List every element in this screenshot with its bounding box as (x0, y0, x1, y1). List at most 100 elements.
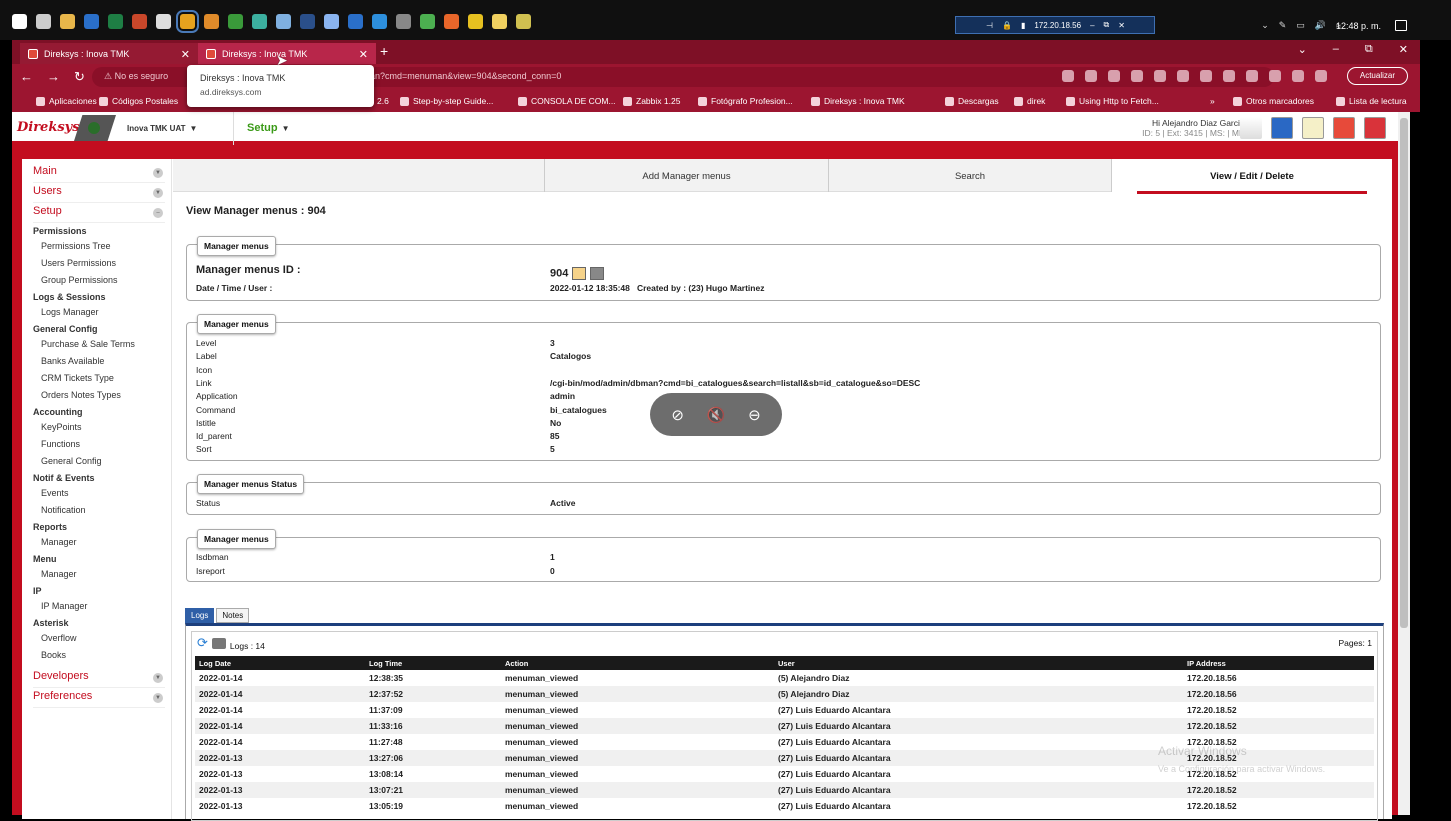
section-crumb[interactable]: Setup ▼ (233, 112, 318, 145)
sidebar-section-main[interactable]: Main ▼ (33, 163, 165, 183)
sidebar-item[interactable]: Group Permissions (33, 272, 171, 289)
sidebar-item[interactable]: Orders Notes Types (33, 387, 171, 404)
browser-tab-1[interactable]: Direksys : Inova TMK ✕ (20, 43, 198, 64)
chevron-down-icon[interactable]: ▼ (153, 168, 163, 178)
sidebar-item[interactable]: Manager (33, 566, 171, 583)
powerpoint-icon[interactable] (132, 14, 147, 29)
extension-icon[interactable] (1269, 70, 1281, 82)
start-icon[interactable] (12, 14, 27, 29)
reload-icon[interactable]: ↻ (74, 69, 85, 85)
forward-icon[interactable]: → (47, 69, 60, 85)
tab-view-edit-delete[interactable]: View / Edit / Delete (1111, 159, 1392, 194)
column-header[interactable]: Log Time (365, 656, 501, 670)
tab-logs[interactable]: Logs (185, 608, 215, 623)
star-icon[interactable] (1085, 70, 1097, 82)
task-view-icon[interactable] (36, 14, 51, 29)
sidebar-item[interactable]: Overflow (33, 630, 171, 647)
settings-icon[interactable] (396, 14, 411, 29)
sidebar-item[interactable]: General Config (33, 453, 171, 470)
sidebar-item[interactable]: Permissions Tree (33, 238, 171, 255)
logo[interactable]: Direksys (17, 120, 80, 135)
column-header[interactable]: User (774, 656, 1183, 670)
green-circle-icon[interactable] (420, 14, 435, 29)
pin-icon[interactable]: ⊣ (986, 21, 993, 30)
chevron-down-icon[interactable]: ▼ (153, 673, 163, 683)
minus-circle-icon[interactable]: ⊖ (748, 406, 761, 424)
vscode-icon[interactable] (372, 14, 387, 29)
sidebar-item[interactable]: Purchase & Sale Terms (33, 336, 171, 353)
sidebar-item[interactable]: Events (33, 485, 171, 502)
chevron-down-icon[interactable]: – (153, 208, 163, 218)
bookmark-item[interactable]: Otros marcadores (1233, 96, 1314, 106)
print-icon[interactable] (211, 637, 226, 649)
chevron-down-icon[interactable]: ▼ (153, 693, 163, 703)
qr-icon[interactable] (156, 14, 171, 29)
edit-icon[interactable] (572, 267, 587, 280)
profile-icon[interactable] (1315, 70, 1327, 82)
bookmark-item[interactable]: » (1210, 96, 1215, 106)
bookmark-item[interactable]: Fotógrafo Profesion... (698, 96, 793, 106)
sidebar-item[interactable]: Banks Available (33, 353, 171, 370)
bookmark-item[interactable]: CONSOLA DE COM... (518, 96, 616, 106)
new-tab-icon[interactable]: + (380, 43, 388, 59)
bookmark-item[interactable]: Using Http to Fetch... (1066, 96, 1159, 106)
back-icon[interactable]: ← (20, 69, 33, 85)
network-app-icon[interactable] (252, 14, 267, 29)
close-icon[interactable]: ✕ (1118, 21, 1125, 30)
minimize-icon[interactable]: – (1090, 21, 1094, 30)
column-header[interactable]: Log Date (195, 656, 365, 670)
close-tab-icon[interactable]: ✕ (181, 48, 190, 61)
file-explorer-icon[interactable] (60, 14, 75, 29)
vpn-icon[interactable] (348, 14, 363, 29)
bookmark-item[interactable]: Descargas (945, 96, 999, 106)
app-title-crumb[interactable]: Inova TMK UAT ▼ (123, 122, 197, 134)
bookmark-item[interactable]: Lista de lectura (1336, 96, 1407, 106)
chrome-icon[interactable] (176, 10, 199, 33)
remote-desktop-bar[interactable]: ⊣ 🔒 ▮ 172.20.18.56 – ⧉ ✕ (955, 16, 1155, 34)
chevron-up-icon[interactable]: ⌄ (1261, 20, 1269, 31)
box-app-icon[interactable] (276, 14, 291, 29)
sidebar-section-users[interactable]: Users ▼ (33, 183, 165, 203)
sidebar-section-developers[interactable]: Developers ▼ (33, 668, 165, 688)
steam-icon[interactable] (300, 14, 315, 29)
minimize-icon[interactable]: – (1333, 43, 1339, 56)
sidebar-section-preferences[interactable]: Preferences ▼ (33, 688, 165, 708)
puzzle-icon[interactable] (1292, 70, 1304, 82)
close-icon[interactable]: ✕ (1399, 43, 1408, 56)
tab-search[interactable]: Search (828, 159, 1111, 192)
sidebar-item[interactable]: IP Manager (33, 598, 171, 615)
calendar-icon[interactable] (1333, 117, 1355, 139)
restore-icon[interactable]: ⧉ (1365, 43, 1373, 56)
extension-icon[interactable] (1200, 70, 1212, 82)
extension-icon[interactable] (1177, 70, 1189, 82)
notes-icon[interactable] (1302, 117, 1324, 139)
unpin-icon[interactable]: ⊘ (671, 406, 684, 424)
extension-icon[interactable] (1246, 70, 1258, 82)
extension-icon[interactable] (1131, 70, 1143, 82)
restore-icon[interactable]: ⧉ (1104, 20, 1110, 30)
window-icon[interactable] (324, 14, 339, 29)
extension-icon[interactable] (1154, 70, 1166, 82)
chevron-down-icon[interactable]: ▼ (153, 188, 163, 198)
sidebar-item[interactable]: Manager (33, 534, 171, 551)
bookmark-item[interactable]: Aplicaciones (36, 96, 97, 106)
sidebar-item[interactable]: Functions (33, 436, 171, 453)
sidebar-item[interactable]: KeyPoints (33, 419, 171, 436)
chrome-canary-icon[interactable] (468, 14, 483, 29)
sidebar-item[interactable]: Logs Manager (33, 304, 171, 321)
sidebar-item[interactable]: Notification (33, 502, 171, 519)
refresh-icon[interactable]: ⟳ (197, 635, 208, 651)
scrollbar-thumb[interactable] (1400, 118, 1408, 628)
bookmark-item[interactable]: direk (1014, 96, 1045, 106)
close-tab-icon[interactable]: ✕ (359, 48, 368, 61)
volume-icon[interactable]: 🔊 (1315, 20, 1326, 31)
tab-search-icon[interactable]: ⌄ (1298, 43, 1307, 56)
tab-notes[interactable]: Notes (216, 608, 250, 623)
extension-icon[interactable] (1223, 70, 1235, 82)
home-icon[interactable] (1240, 117, 1262, 139)
url-text[interactable]: an?cmd=menuman&view=904&second_conn=0 (370, 71, 561, 81)
logout-icon[interactable] (1364, 117, 1386, 139)
print-icon[interactable] (590, 267, 605, 280)
column-header[interactable]: Action (501, 656, 774, 670)
firefox-icon[interactable] (444, 14, 459, 29)
